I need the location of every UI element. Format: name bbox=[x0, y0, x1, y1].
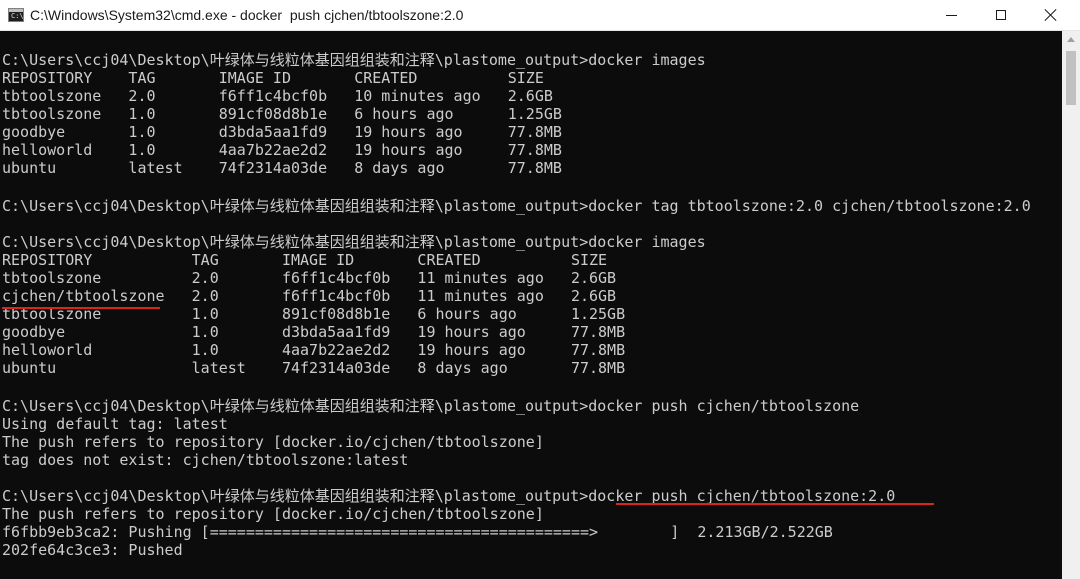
console-line: helloworld 1.0 4aa7b22ae2d2 19 hours ago… bbox=[2, 341, 626, 359]
console-line: tbtoolszone 1.0 891cf08d8b1e 6 hours ago… bbox=[2, 105, 562, 123]
maximize-icon bbox=[996, 10, 1006, 20]
console-line: helloworld 1.0 4aa7b22ae2d2 19 hours ago… bbox=[2, 141, 562, 159]
console-line: tag does not exist: cjchen/tbtoolszone:l… bbox=[2, 451, 409, 469]
console-line: f6fbb9eb3ca2: Pushing [=================… bbox=[2, 523, 833, 541]
maximize-button[interactable] bbox=[978, 0, 1024, 30]
scrollbar-thumb[interactable] bbox=[1066, 51, 1076, 105]
console-line: Using default tag: latest bbox=[2, 415, 228, 433]
console-line: cjchen/tbtoolszone 2.0 f6ff1c4bcf0b 11 m… bbox=[2, 287, 617, 305]
minimize-button[interactable] bbox=[928, 0, 974, 30]
console-line: tbtoolszone 2.0 f6ff1c4bcf0b 10 minutes … bbox=[2, 87, 553, 105]
console-line: C:\Users\ccj04\Desktop\叶绿体与线粒体基因组组装和注释\p… bbox=[2, 197, 1031, 215]
console-line: C:\Users\ccj04\Desktop\叶绿体与线粒体基因组组装和注释\p… bbox=[2, 233, 706, 251]
console-line: The push refers to repository [docker.io… bbox=[2, 505, 544, 523]
console-line: ubuntu latest 74f2314a03de 8 days ago 77… bbox=[2, 159, 562, 177]
console-line: ubuntu latest 74f2314a03de 8 days ago 77… bbox=[2, 359, 626, 377]
console-line: tbtoolszone 2.0 f6ff1c4bcf0b 11 minutes … bbox=[2, 269, 617, 287]
cmd-app-icon[interactable]: C:\ bbox=[8, 8, 24, 22]
title-bar[interactable]: C:\ C:\Windows\System32\cmd.exe - docker… bbox=[0, 0, 1080, 31]
console-line: REPOSITORY TAG IMAGE ID CREATED SIZE bbox=[2, 69, 544, 87]
close-icon bbox=[1045, 9, 1057, 21]
scroll-up-arrow-icon[interactable] bbox=[1067, 37, 1075, 42]
console-line: REPOSITORY TAG IMAGE ID CREATED SIZE bbox=[2, 251, 608, 269]
console-line: C:\Users\ccj04\Desktop\叶绿体与线粒体基因组组装和注释\p… bbox=[2, 51, 706, 69]
close-button[interactable] bbox=[1028, 0, 1074, 30]
minimize-icon bbox=[945, 14, 957, 16]
console-line: C:\Users\ccj04\Desktop\叶绿体与线粒体基因组组装和注释\p… bbox=[2, 397, 860, 415]
cmd-window: C:\ C:\Windows\System32\cmd.exe - docker… bbox=[0, 0, 1080, 579]
annotation-underline-repository bbox=[2, 307, 160, 309]
window-title: C:\Windows\System32\cmd.exe - docker pus… bbox=[30, 7, 464, 23]
console-line: goodbye 1.0 d3bda5aa1fd9 19 hours ago 77… bbox=[2, 323, 626, 341]
console-line: goodbye 1.0 d3bda5aa1fd9 19 hours ago 77… bbox=[2, 123, 562, 141]
annotation-underline-push-command bbox=[616, 503, 934, 505]
console-line: 202fe64c3ce3: Pushed bbox=[2, 541, 183, 559]
vertical-scrollbar[interactable] bbox=[1062, 31, 1080, 579]
console-output[interactable]: C:\Users\ccj04\Desktop\叶绿体与线粒体基因组组装和注释\p… bbox=[0, 31, 1062, 579]
console-line: The push refers to repository [docker.io… bbox=[2, 433, 544, 451]
